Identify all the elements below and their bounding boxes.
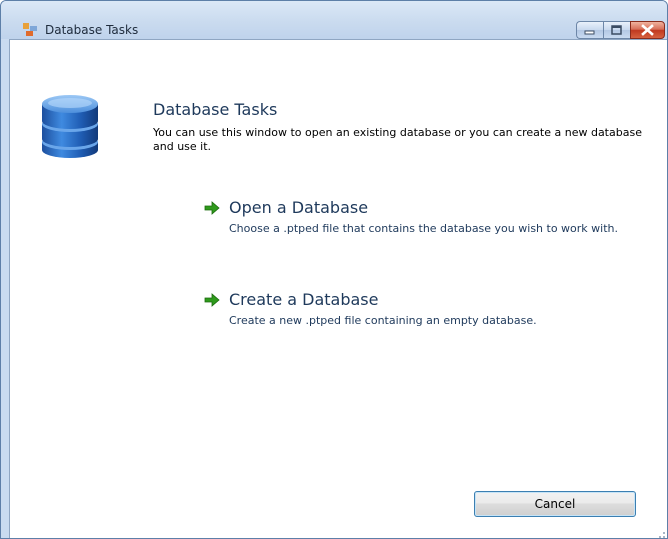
title-bar[interactable]: Database Tasks [1,1,667,39]
resize-grip-icon[interactable] [658,527,668,539]
open-database-description: Choose a .ptped file that contains the d… [229,222,619,235]
page-heading: Database Tasks [153,100,278,119]
maximize-button[interactable] [603,21,630,39]
create-database-task[interactable]: Create a Database Create a new .ptped fi… [204,290,664,340]
cancel-button[interactable]: Cancel [474,491,636,517]
open-database-link[interactable]: Open a Database [229,198,368,218]
green-arrow-icon [204,293,220,307]
open-database-task[interactable]: Open a Database Choose a .ptped file tha… [204,198,664,258]
dialog-content: Database Tasks You can use this window t… [9,39,668,539]
close-button[interactable] [630,21,665,39]
window-title: Database Tasks [45,23,139,37]
create-database-description: Create a new .ptped file containing an e… [229,314,537,327]
database-tasks-window: Database Tasks Database Tasks You can us… [0,0,668,539]
create-database-link[interactable]: Create a Database [229,290,378,310]
minimize-icon [584,30,595,35]
close-icon [641,24,654,36]
database-icon [42,95,98,158]
intro-text: You can use this window to open an exist… [153,126,642,153]
green-arrow-icon [204,201,220,215]
maximize-icon [611,25,622,35]
window-controls [576,21,665,39]
database-window-icon [23,23,37,36]
minimize-button[interactable] [576,21,603,39]
